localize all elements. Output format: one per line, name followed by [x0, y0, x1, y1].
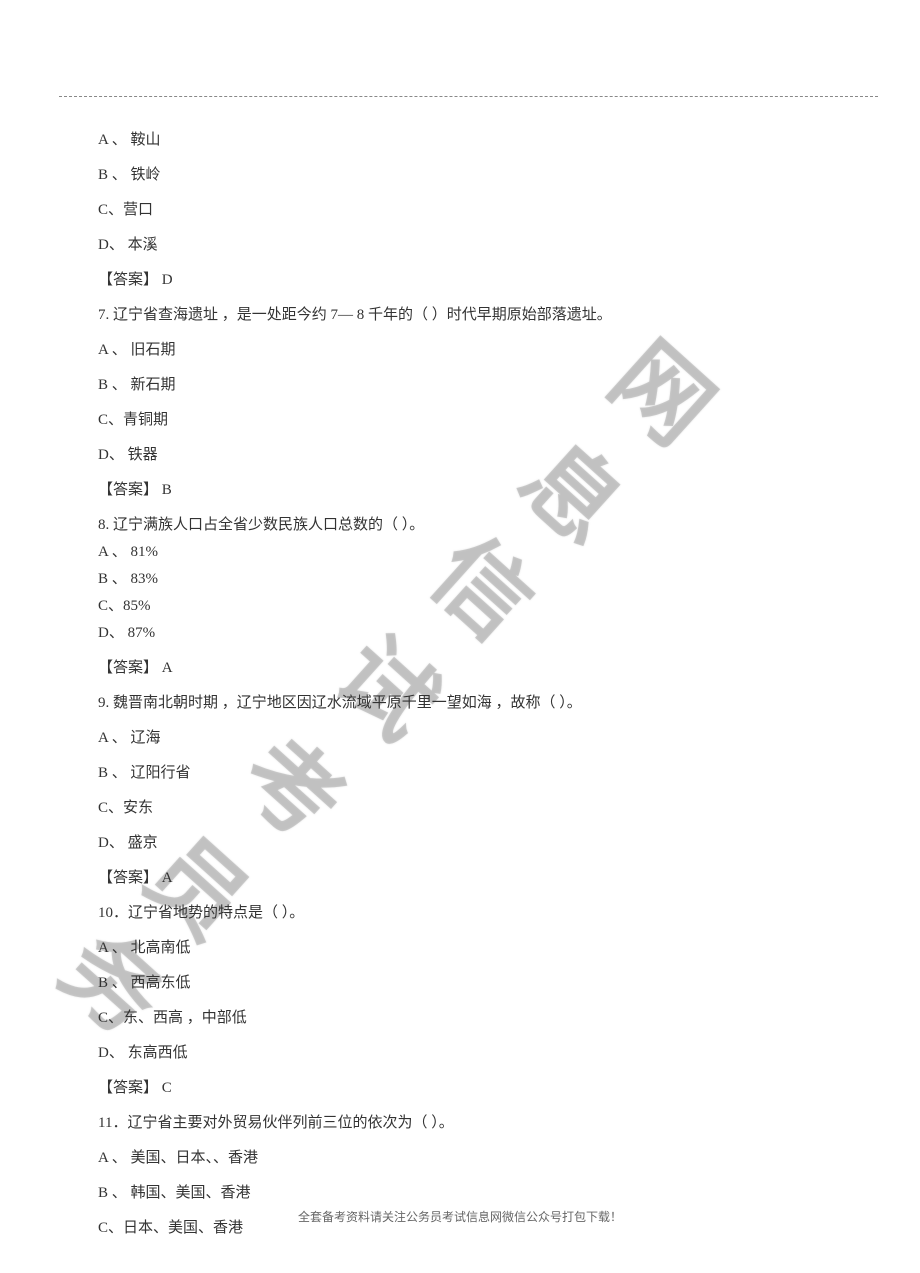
- q9-option-b: B 、 辽阳行省: [98, 763, 822, 784]
- q11-option-b: B 、 韩国、美国、香港: [98, 1183, 822, 1204]
- q7-option-a: A 、 旧石期: [98, 340, 822, 361]
- q7-stem: 7. 辽宁省查海遗址 ，是一处距今约 7— 8 千年的（ ）时代早期原始部落遗址…: [98, 305, 822, 326]
- q6-option-a: A 、 鞍山: [98, 130, 822, 151]
- document-body: A 、 鞍山 B 、 铁岭 C、营口 D、 本溪 【答案】 D 7. 辽宁省查海…: [98, 130, 822, 1253]
- q10-answer: 【答案】 C: [98, 1078, 822, 1099]
- q9-answer: 【答案】 A: [98, 868, 822, 889]
- q11-stem: 11．辽宁省主要对外贸易伙伴列前三位的依次为（ ）。: [98, 1113, 822, 1134]
- q10-option-c: C、东、西高 ，中部低: [98, 1008, 822, 1029]
- q10-option-d: D、 东高西低: [98, 1043, 822, 1064]
- q8-stem: 8. 辽宁满族人口占全省少数民族人口总数的（ ）。: [98, 515, 822, 536]
- q11-option-a: A 、 美国、日本、、香港: [98, 1148, 822, 1169]
- q6-option-b: B 、 铁岭: [98, 165, 822, 186]
- q7-option-d: D、 铁器: [98, 445, 822, 466]
- q8-option-c: C、85%: [98, 596, 822, 617]
- q6-option-d: D、 本溪: [98, 235, 822, 256]
- q9-option-c: C、安东: [98, 798, 822, 819]
- q8-option-d: D、 87%: [98, 623, 822, 644]
- q9-stem: 9. 魏晋南北朝时期 ，辽宁地区因辽水流域平原千里一望如海 ，故称（ ）。: [98, 693, 822, 714]
- q8-answer: 【答案】 A: [98, 658, 822, 679]
- q8-option-b: B 、 83%: [98, 569, 822, 590]
- page-footer: 全套备考资料请关注公务员考试信息网微信公众号打包下载！: [0, 1208, 920, 1225]
- q7-option-c: C、青铜期: [98, 410, 822, 431]
- q7-answer: 【答案】 B: [98, 480, 822, 501]
- q6-answer: 【答案】 D: [98, 270, 822, 291]
- q9-option-a: A 、 辽海: [98, 728, 822, 749]
- q10-option-b: B 、 西高东低: [98, 973, 822, 994]
- q8-option-a: A 、 81%: [98, 542, 822, 563]
- q9-option-d: D、 盛京: [98, 833, 822, 854]
- q6-option-c: C、营口: [98, 200, 822, 221]
- q10-stem: 10．辽宁省地势的特点是（ ）。: [98, 903, 822, 924]
- page-top-rule: [59, 96, 878, 97]
- q10-option-a: A 、 北高南低: [98, 938, 822, 959]
- q7-option-b: B 、 新石期: [98, 375, 822, 396]
